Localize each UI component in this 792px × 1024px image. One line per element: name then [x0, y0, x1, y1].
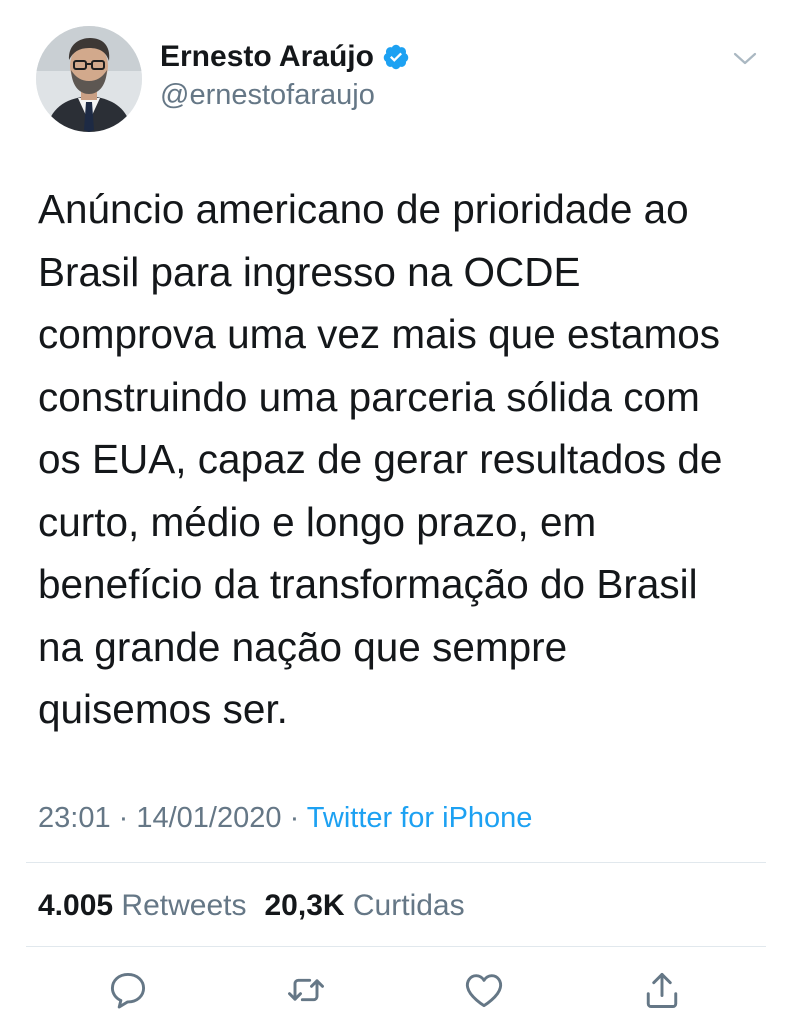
likes-label: Curtidas: [352, 889, 465, 922]
retweet-icon[interactable]: [284, 968, 328, 1012]
like-icon[interactable]: [462, 968, 506, 1012]
author-handle[interactable]: @ernestofaraujo: [160, 78, 375, 112]
chevron-down-icon[interactable]: [732, 48, 758, 68]
tweet-meta: 23:01 · 14/01/2020 · Twitter for iPhone: [38, 800, 532, 836]
divider: [26, 946, 766, 947]
tweet-text: Anúncio americano de prioridade ao Brasi…: [38, 186, 723, 732]
meta-separator: ·: [110, 802, 137, 834]
tweet-actions: [0, 960, 792, 1020]
verified-badge-icon: [382, 43, 410, 71]
avatar[interactable]: [36, 26, 142, 132]
tweet-stats: 4.005 Retweets 20,3K Curtidas: [38, 886, 465, 926]
tweet-source-link[interactable]: Twitter for iPhone: [307, 802, 533, 834]
meta-separator: ·: [281, 802, 307, 834]
retweets-stat[interactable]: 4.005 Retweets: [38, 889, 246, 922]
author-display-name[interactable]: Ernesto Araújo: [160, 40, 374, 74]
reply-icon[interactable]: [106, 968, 150, 1012]
share-icon[interactable]: [640, 968, 684, 1012]
author-name-row: Ernesto Araújo: [160, 40, 410, 74]
tweet-date: 14/01/2020: [136, 802, 282, 834]
likes-stat[interactable]: 20,3K Curtidas: [264, 889, 464, 922]
avatar-image: [36, 26, 142, 132]
tweet-detail: Ernesto Araújo @ernestofaraujo Anúncio a…: [0, 0, 792, 1024]
retweets-label: Retweets: [121, 889, 247, 922]
retweets-count: 4.005: [38, 889, 114, 922]
likes-count: 20,3K: [264, 889, 345, 922]
divider: [26, 862, 766, 863]
tweet-time: 23:01: [38, 802, 111, 834]
